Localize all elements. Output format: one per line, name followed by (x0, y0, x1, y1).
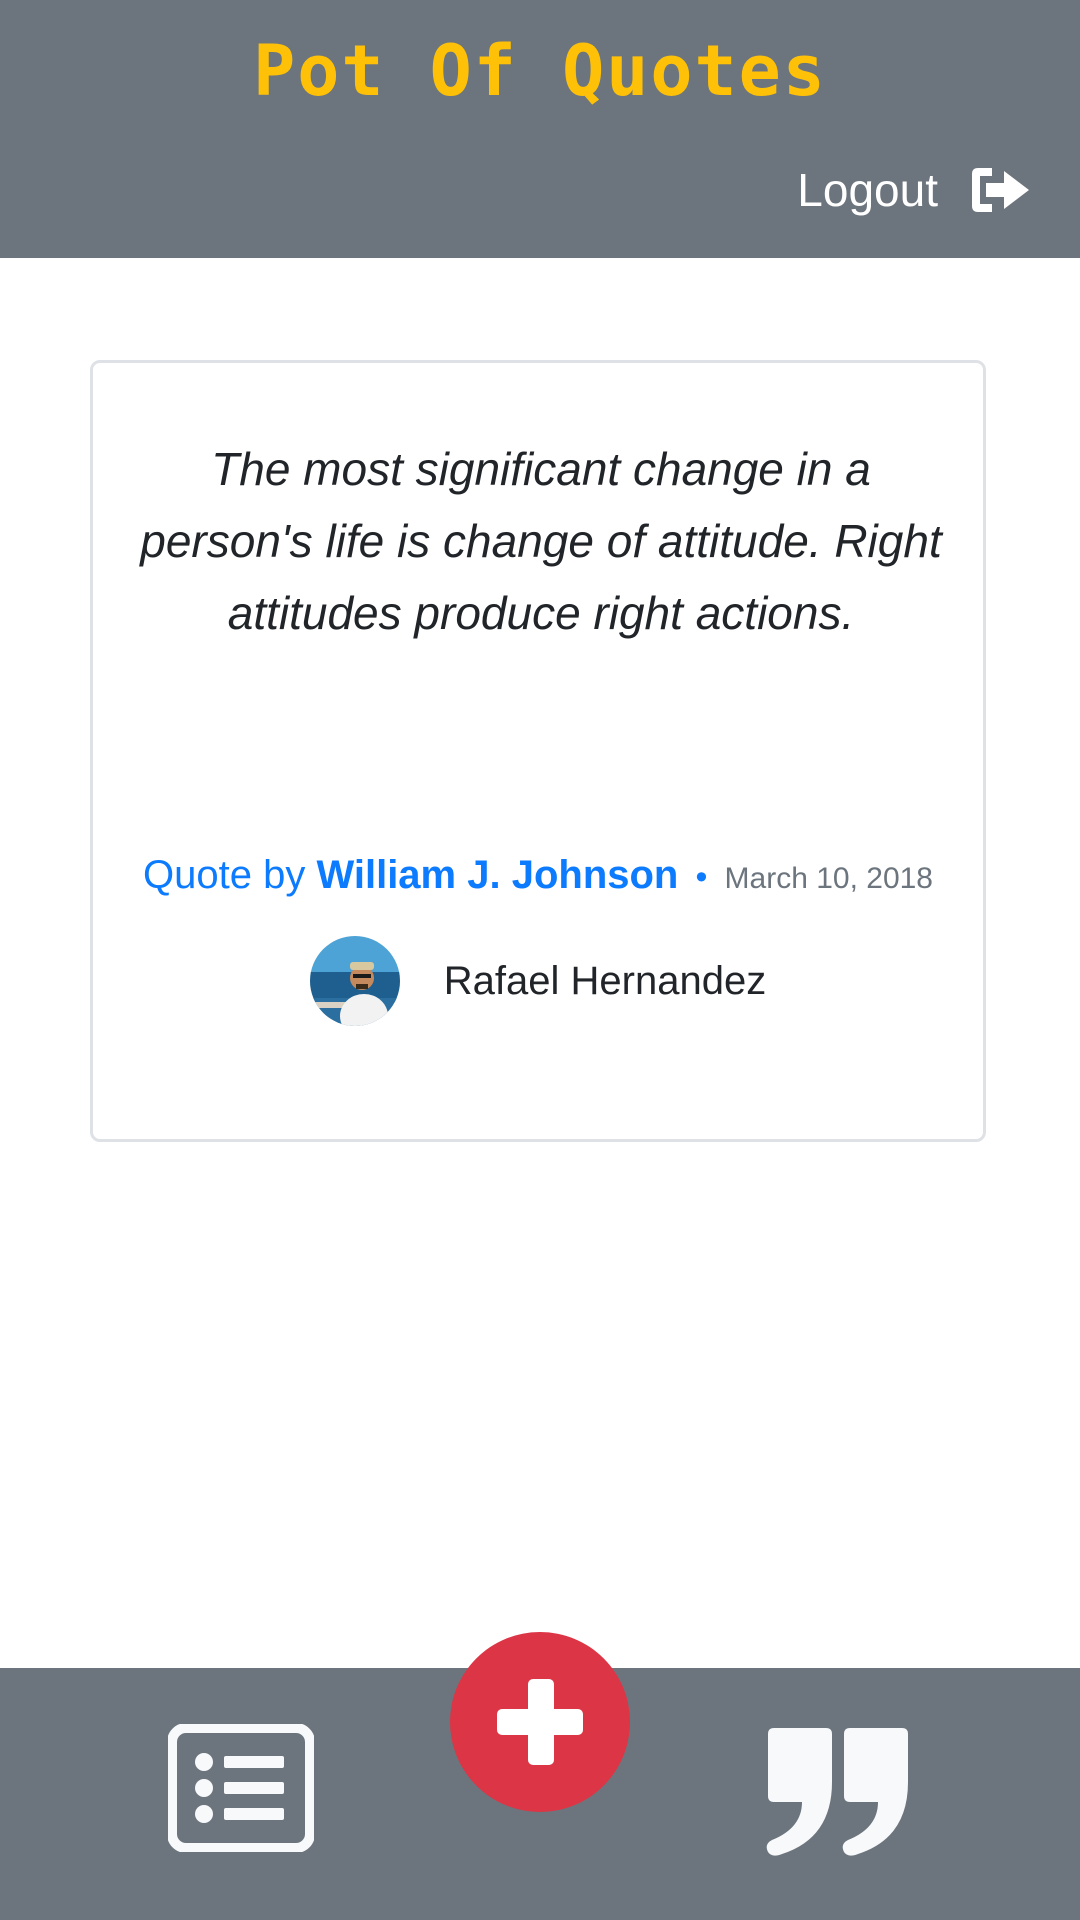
quote-icon[interactable] (764, 1728, 912, 1858)
sign-out-icon (972, 168, 1029, 212)
avatar (309, 936, 400, 1026)
separator-dot: • (695, 858, 708, 896)
user-name: Rafael Hernandez (443, 958, 767, 1003)
add-quote-button[interactable] (450, 1632, 630, 1812)
posted-by-user[interactable]: Rafael Hernandez (93, 933, 983, 1029)
app-screen: Pot Of Quotes Logout The most significan… (0, 0, 1080, 1920)
app-title: Pot Of Quotes (253, 30, 827, 112)
quote-card: The most significant change in a person'… (90, 360, 986, 1142)
quote-by-prefix: Quote by (143, 853, 306, 897)
app-header: Pot Of Quotes Logout (0, 0, 1080, 258)
plus-icon (497, 1679, 583, 1765)
logout-button[interactable]: Logout (797, 158, 1032, 222)
quote-text: The most significant change in a person'… (140, 443, 942, 639)
logout-label: Logout (797, 164, 938, 216)
quote-date: March 10, 2018 (724, 862, 933, 895)
quote-attribution: Quote by William J. Johnson • March 10, … (93, 853, 983, 898)
author-link[interactable]: William J. Johnson (316, 853, 678, 897)
list-icon[interactable] (168, 1724, 314, 1852)
